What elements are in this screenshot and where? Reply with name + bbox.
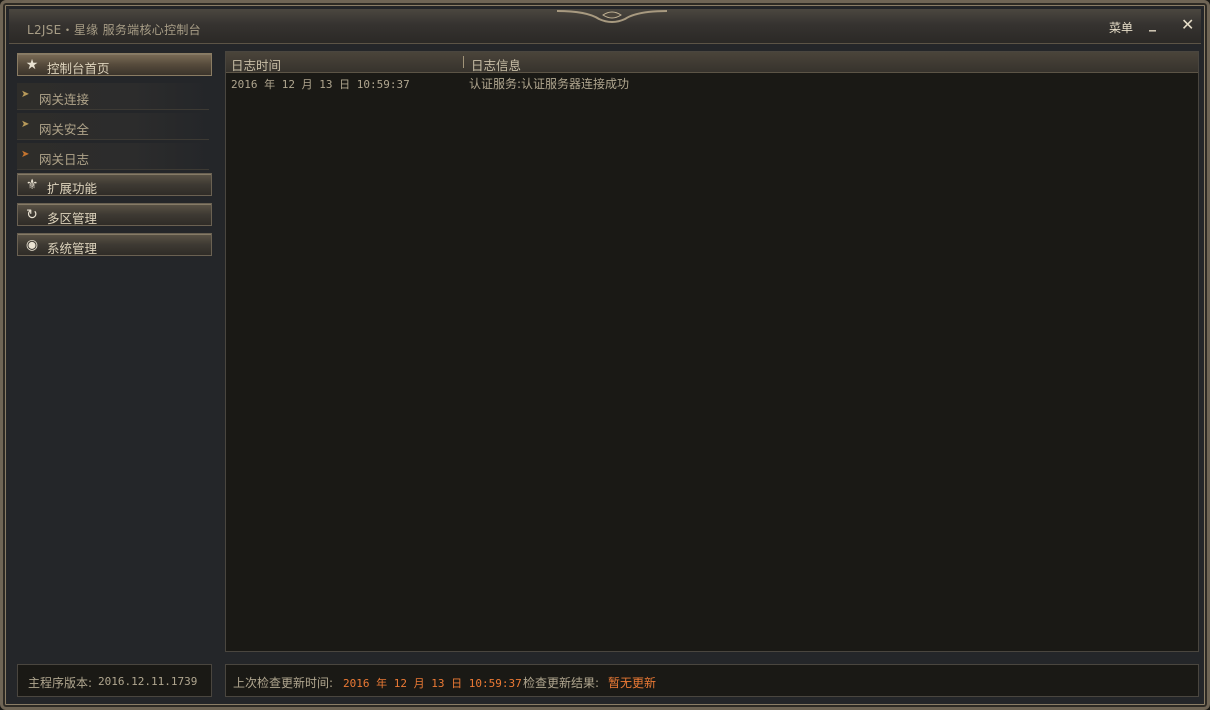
- arrow-icon: ➤: [21, 149, 30, 160]
- table-row[interactable]: 2016 年 12 月 13 日 10:59:37 认证服务:认证服务器连接成功: [226, 74, 1198, 92]
- check-result-value: 暂无更新: [608, 676, 657, 690]
- sidebar-item-label: 系统管理: [47, 241, 98, 256]
- log-table-header: 日志时间 日志信息: [226, 52, 1198, 73]
- title-bar[interactable]: L2JSE・星缘 服务端核心控制台 菜单 _ ✕: [9, 9, 1201, 44]
- last-check-time: 2016 年 12 月 13 日 10:59:37: [343, 677, 522, 690]
- column-header-time[interactable]: 日志时间: [231, 55, 281, 74]
- sidebar-item-label: 网关日志: [39, 152, 90, 167]
- version-label: 主程序版本:: [28, 676, 93, 690]
- title-ornament-icon: [557, 10, 667, 23]
- log-table[interactable]: 日志时间 日志信息 2016 年 12 月 13 日 10:59:37 认证服务…: [225, 51, 1199, 652]
- column-header-message[interactable]: 日志信息: [471, 55, 521, 74]
- sidebar-item-gateway-connection[interactable]: ➤ 网关连接: [17, 83, 209, 110]
- update-status-bar: 上次检查更新时间: 2016 年 12 月 13 日 10:59:37 检查更新…: [225, 664, 1199, 697]
- check-result-label: 检查更新结果:: [523, 676, 600, 690]
- sidebar: ★ 控制台首页 ➤ 网关连接 ➤ 网关安全 ➤ 网关日志 ⚜ 扩展功能 ↻ 多区…: [17, 51, 214, 651]
- close-button[interactable]: ✕: [1181, 15, 1194, 34]
- sidebar-item-label: 控制台首页: [47, 61, 110, 76]
- sidebar-item-label: 网关连接: [39, 92, 90, 107]
- minimize-button[interactable]: _: [1149, 16, 1156, 32]
- menu-button[interactable]: 菜单: [1109, 19, 1133, 36]
- log-message-cell: 认证服务:认证服务器连接成功: [469, 77, 630, 91]
- sidebar-item-label: 扩展功能: [47, 181, 98, 196]
- window-title: L2JSE・星缘 服务端核心控制台: [27, 23, 201, 37]
- column-divider[interactable]: [463, 56, 464, 68]
- arrow-icon: ➤: [21, 119, 30, 130]
- eye-icon: ◉: [25, 237, 39, 253]
- sidebar-item-multi-zone[interactable]: ↻ 多区管理: [17, 203, 212, 226]
- fleur-de-lis-icon: ⚜: [25, 177, 39, 193]
- refresh-icon: ↻: [26, 207, 38, 223]
- log-time-cell: 2016 年 12 月 13 日 10:59:37: [231, 78, 410, 91]
- sidebar-item-system[interactable]: ◉ 系统管理: [17, 233, 212, 256]
- sidebar-item-gateway-log[interactable]: ➤ 网关日志: [17, 143, 209, 170]
- sidebar-item-label: 网关安全: [39, 122, 90, 137]
- star-icon: ★: [25, 57, 39, 73]
- arrow-icon: ➤: [21, 89, 30, 100]
- last-check-label: 上次检查更新时间:: [233, 676, 334, 690]
- sidebar-item-extensions[interactable]: ⚜ 扩展功能: [17, 173, 212, 196]
- version-panel: 主程序版本: 2016.12.11.1739: [17, 664, 212, 697]
- version-value: 2016.12.11.1739: [98, 675, 198, 688]
- sidebar-item-gateway-security[interactable]: ➤ 网关安全: [17, 113, 209, 140]
- sidebar-item-label: 多区管理: [47, 211, 98, 226]
- sidebar-item-console-home[interactable]: ★ 控制台首页: [17, 53, 212, 76]
- app-window: L2JSE・星缘 服务端核心控制台 菜单 _ ✕ ★ 控制台首页 ➤ 网关连接 …: [0, 0, 1210, 710]
